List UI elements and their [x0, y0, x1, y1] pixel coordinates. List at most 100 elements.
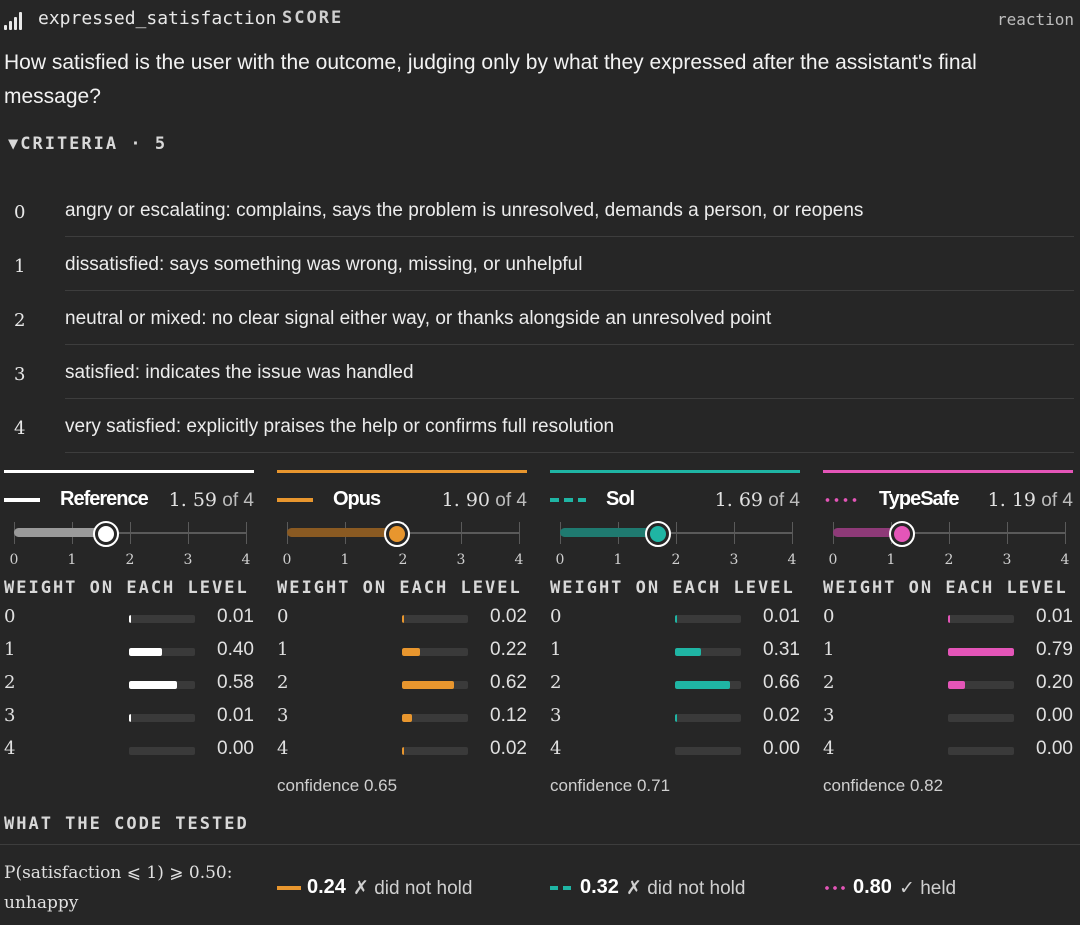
weight-value: 0.20: [1036, 672, 1073, 693]
result-value: 0.24: [307, 876, 346, 898]
slider-tick: [461, 522, 462, 544]
criteria-description: very satisfied: explicitly praises the h…: [65, 416, 615, 437]
criteria-row: 1 dissatisfied: says something was wrong,…: [0, 246, 1080, 300]
axis-tick-label: 0: [828, 552, 838, 568]
score-of: of 4: [490, 490, 527, 511]
model-column-sol: Sol 1. 69 of 4 0 1 2 3 4 WEIGHT ON EACH LEVEL 0 0…: [550, 470, 800, 800]
slider-tick: [1065, 522, 1066, 544]
weight-row: 2 0.66: [550, 668, 800, 698]
weight-bar: [675, 747, 741, 755]
weight-bar-fill: [675, 681, 731, 689]
divider: [65, 236, 1074, 237]
weight-value: 0.01: [1036, 606, 1073, 627]
model-name: Reference: [60, 488, 149, 510]
slider-tick: [949, 522, 950, 544]
model-name: Opus: [333, 488, 381, 510]
criteria-level: 0: [14, 202, 26, 223]
weight-level: 0: [823, 606, 835, 627]
score-of: of 4: [217, 490, 254, 511]
slider-thumb[interactable]: [645, 521, 672, 547]
criteria-row: 0 angry or escalating: complains, says th…: [0, 192, 1080, 246]
weight-value: 0.02: [763, 705, 800, 726]
weight-row: 1 0.22: [277, 635, 527, 665]
model-header: TypeSafe 1. 19 of 4: [823, 486, 1073, 514]
weight-bar: [948, 681, 1014, 689]
weights-title: WEIGHT ON EACH LEVEL: [823, 578, 1068, 598]
model-header: Reference 1. 59 of 4: [4, 486, 254, 514]
axis-tick-label: 2: [398, 552, 408, 568]
weight-value: 0.40: [217, 639, 254, 660]
slider-tick: [188, 522, 189, 544]
weight-level: 1: [550, 639, 562, 660]
weight-bar-fill: [675, 714, 677, 722]
hypothesis-text: P(satisfaction ⩽ 1) ⩾ 0.50: unhappy: [4, 863, 233, 913]
slider-tick: [246, 522, 247, 544]
weight-value: 0.00: [1036, 738, 1073, 759]
weight-value: 0.00: [1036, 705, 1073, 726]
weight-bar: [129, 714, 195, 722]
axis-tick-label: 2: [944, 552, 954, 568]
weight-value: 0.66: [763, 672, 800, 693]
weight-bar-fill: [948, 615, 950, 623]
weight-level: 1: [823, 639, 835, 660]
axis-tick-label: 4: [787, 552, 797, 568]
weight-bar-fill: [675, 648, 701, 656]
weight-value: 0.58: [217, 672, 254, 693]
score-slider[interactable]: [560, 518, 793, 548]
slider-thumb[interactable]: [384, 521, 411, 547]
weight-row: 4 0.00: [550, 734, 800, 764]
slider-fill: [560, 528, 659, 537]
axis-tick-label: 0: [555, 552, 565, 568]
axis-tick-label: 3: [456, 552, 466, 568]
slider-tick: [130, 522, 131, 544]
result-verdict: ✓ held: [899, 878, 957, 899]
axis-tick-label: 3: [729, 552, 739, 568]
weight-bar-fill: [948, 681, 965, 689]
slider-thumb[interactable]: [889, 521, 916, 547]
slider-axis: 0 1 2 3 4: [823, 552, 1073, 570]
column-accent-bar: [4, 470, 254, 473]
weight-value: 0.12: [490, 705, 527, 726]
weight-bar: [948, 747, 1014, 755]
weight-bar-fill: [675, 615, 677, 623]
weight-bar: [675, 615, 741, 623]
weight-bar-fill: [402, 747, 404, 755]
legend-swatch: [277, 886, 301, 890]
weight-level: 2: [823, 672, 835, 693]
weight-bar-fill: [402, 648, 421, 656]
model-score: 1. 19 of 4: [988, 489, 1073, 512]
criteria-description: neutral or mixed: no clear signal either…: [65, 308, 772, 329]
model-header: Sol 1. 69 of 4: [550, 486, 800, 514]
score-of: of 4: [1036, 490, 1073, 511]
weight-level: 4: [4, 738, 16, 759]
weight-row: 0 0.01: [550, 602, 800, 632]
axis-tick-label: 2: [671, 552, 681, 568]
weights-title: WEIGHT ON EACH LEVEL: [550, 578, 795, 598]
weight-level: 4: [550, 738, 562, 759]
model-score: 1. 90 of 4: [442, 489, 527, 512]
slider-tick: [792, 522, 793, 544]
criteria-toggle[interactable]: ▼CRITERIA · 5: [8, 134, 167, 154]
weight-level: 4: [277, 738, 289, 759]
slider-thumb[interactable]: [93, 521, 120, 547]
result-verdict: ✗ did not hold: [353, 878, 473, 899]
divider: [65, 398, 1074, 399]
weight-value: 0.01: [763, 606, 800, 627]
weight-level: 2: [4, 672, 16, 693]
axis-tick-label: 4: [241, 552, 251, 568]
weight-row: 3 0.00: [823, 701, 1073, 731]
slider-fill: [287, 528, 398, 537]
score-value: 1. 19: [987, 489, 1037, 511]
score-slider[interactable]: [14, 518, 247, 548]
criteria-row: 2 neutral or mixed: no clear signal eithe…: [0, 300, 1080, 354]
score-slider[interactable]: [287, 518, 520, 548]
criteria-level: 2: [14, 310, 26, 331]
question-text: How satisfied is the user with the outco…: [4, 51, 977, 108]
weight-value: 0.31: [763, 639, 800, 660]
weight-bar: [675, 681, 741, 689]
weight-bar-fill: [402, 681, 454, 689]
weight-value: 0.01: [217, 606, 254, 627]
model-column-typesafe: TypeSafe 1. 19 of 4 0 1 2 3 4 WEIGHT ON EACH LE…: [823, 470, 1073, 800]
confidence-label: confidence 0.71: [550, 776, 671, 795]
score-slider[interactable]: [833, 518, 1066, 548]
